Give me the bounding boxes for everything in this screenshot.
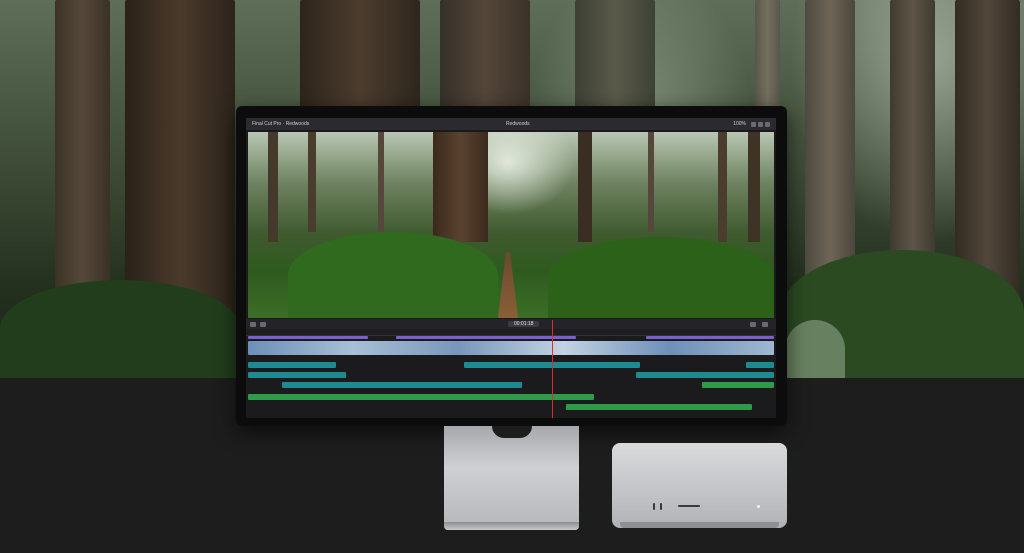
timeline-toolbar: 00:01:18 (246, 319, 776, 329)
tool-icon[interactable] (750, 321, 756, 327)
tool-icon[interactable] (260, 321, 266, 327)
window-controls-icon[interactable] (751, 121, 770, 127)
audio-clip[interactable] (248, 372, 346, 378)
usb-c-port (653, 503, 655, 510)
trail (498, 252, 518, 318)
music-clip[interactable] (566, 404, 752, 410)
viewer-fern (548, 237, 774, 318)
studio-display: Final Cut Pro · Redwoods Redwoods 100% 0… (236, 106, 787, 426)
mac-studio (612, 443, 787, 528)
timecode-display[interactable]: 00:01:18 (508, 321, 540, 327)
title-clip[interactable] (646, 336, 774, 339)
display-stand (444, 426, 579, 530)
viewer-tree (578, 132, 592, 242)
playhead-icon[interactable] (552, 320, 553, 418)
tool-icon[interactable] (250, 321, 256, 327)
tool-icon[interactable] (762, 321, 768, 327)
music-clip[interactable] (702, 382, 774, 388)
fern-foliage (785, 320, 845, 378)
viewer-tree (433, 132, 488, 242)
title-clip[interactable] (248, 336, 368, 339)
product-scene: Final Cut Pro · Redwoods Redwoods 100% 0… (0, 0, 1024, 553)
library-label: Final Cut Pro · Redwoods (252, 121, 310, 127)
zoom-level[interactable]: 100% (733, 121, 746, 127)
window-toolbar: Final Cut Pro · Redwoods Redwoods 100% (246, 118, 776, 130)
studio-base (620, 522, 779, 528)
stand-foot (444, 522, 579, 530)
sd-card-slot (678, 505, 700, 507)
primary-storyline-clip[interactable] (248, 341, 774, 355)
stand-cutout (492, 426, 532, 438)
viewer-tree (648, 132, 654, 232)
timeline[interactable] (246, 336, 776, 418)
viewer-tree (718, 132, 727, 242)
power-led (757, 505, 760, 508)
viewer-tree (748, 132, 760, 242)
viewer-fern (288, 232, 498, 318)
viewer-tree (378, 132, 384, 232)
title-clip[interactable] (396, 336, 576, 339)
tree-trunk (55, 0, 110, 320)
audio-clip[interactable] (248, 362, 336, 368)
tree-trunk (890, 0, 935, 260)
usb-c-port (660, 503, 662, 510)
music-clip[interactable] (248, 394, 594, 400)
final-cut-pro-window: Final Cut Pro · Redwoods Redwoods 100% 0… (246, 118, 776, 418)
viewer-tree (268, 132, 278, 242)
audio-clip[interactable] (282, 382, 522, 388)
audio-clip[interactable] (636, 372, 774, 378)
timeline-ruler[interactable] (246, 329, 776, 336)
video-viewer[interactable] (248, 132, 774, 318)
audio-clip[interactable] (746, 362, 774, 368)
viewer-tree (308, 132, 316, 232)
project-title: Redwoods (506, 121, 530, 127)
fern-foliage (0, 280, 240, 378)
